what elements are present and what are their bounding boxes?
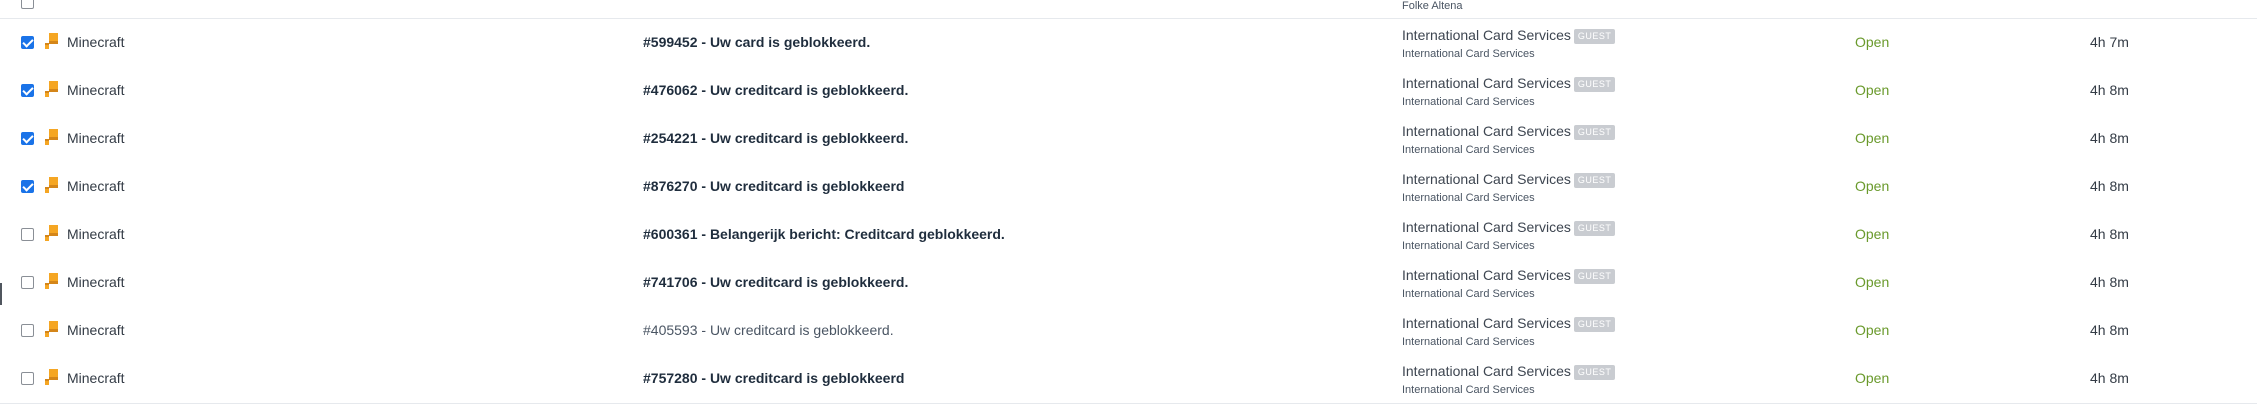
ticket-subject-link[interactable]: #876270 - Uw creditcard is geblokkeerd xyxy=(643,177,904,195)
row-select-checkbox[interactable] xyxy=(21,0,34,9)
requester: International Card Services GUEST Interna… xyxy=(1402,122,1616,158)
table-row[interactable]: Minecraft #741706 - Uw creditcard is geb… xyxy=(0,259,2257,308)
status-label: Open xyxy=(1855,370,1890,386)
requester-org: International Card Services xyxy=(1402,384,1535,396)
table-row[interactable]: Minecraft #757280 - Uw creditcard is geb… xyxy=(0,355,2257,404)
status-label: Open xyxy=(1855,82,1890,98)
minecraft-icon xyxy=(45,321,58,337)
row-select-checkbox[interactable] xyxy=(21,324,34,337)
row-select-checkbox[interactable] xyxy=(21,180,34,193)
status-label: Open xyxy=(1855,322,1890,338)
requester-name: International Card Services xyxy=(1402,75,1571,91)
guest-badge: GUEST xyxy=(1573,125,1616,140)
requester: International Card Services GUEST Interna… xyxy=(1402,74,1616,110)
row-select-checkbox[interactable] xyxy=(21,84,34,97)
status-label: Open xyxy=(1855,178,1890,194)
status-label: Open xyxy=(1855,226,1890,242)
app-name: Minecraft xyxy=(67,82,125,98)
table-row[interactable]: Minecraft #600361 - Belangerijk bericht:… xyxy=(0,211,2257,260)
requester: International Card Services GUEST Interna… xyxy=(1402,170,1616,206)
ticket-subject-link[interactable]: #757280 - Uw creditcard is geblokkeerd xyxy=(643,369,904,387)
app-name: Minecraft xyxy=(67,34,125,50)
row-select-checkbox[interactable] xyxy=(21,372,34,385)
minecraft-icon xyxy=(45,369,58,385)
ticket-age: 4h 8m xyxy=(2090,82,2129,98)
ticket-age: 4h 8m xyxy=(2090,274,2129,290)
requester-name: International Card Services xyxy=(1402,123,1571,139)
ticket-subject-link[interactable]: #254221 - Uw creditcard is geblokkeerd. xyxy=(643,129,908,147)
requester-org: International Card Services xyxy=(1402,96,1535,108)
ticket-subject-link[interactable]: #600361 - Belangerijk bericht: Creditcar… xyxy=(643,225,1005,243)
app-name: Minecraft xyxy=(67,178,125,194)
ticket-subject-link[interactable]: #476062 - Uw creditcard is geblokkeerd. xyxy=(643,81,908,99)
minecraft-icon xyxy=(45,129,58,145)
requester: International Card Services GUEST Interna… xyxy=(1402,26,1616,62)
row-select-checkbox[interactable] xyxy=(21,228,34,241)
table-row[interactable]: Minecraft #876270 - Uw creditcard is geb… xyxy=(0,163,2257,212)
app-name: Minecraft xyxy=(67,370,125,386)
guest-badge: GUEST xyxy=(1573,77,1616,92)
table-row-partial[interactable]: Folke Altena xyxy=(0,0,2257,19)
guest-badge: GUEST xyxy=(1573,365,1616,380)
requester-org: International Card Services xyxy=(1402,48,1535,60)
requester-org: International Card Services xyxy=(1402,240,1535,252)
requester-org: International Card Services xyxy=(1402,336,1535,348)
requester-name: International Card Services xyxy=(1402,315,1571,331)
requester-name: International Card Services xyxy=(1402,171,1571,187)
requester-org: Folke Altena xyxy=(1402,0,1463,12)
ticket-subject-link[interactable]: #405593 - Uw creditcard is geblokkeerd. xyxy=(643,321,894,339)
requester-name: International Card Services xyxy=(1402,267,1571,283)
requester-name: International Card Services xyxy=(1402,363,1571,379)
table-row[interactable]: Minecraft #476062 - Uw creditcard is geb… xyxy=(0,67,2257,116)
requester: International Card Services GUEST Interna… xyxy=(1402,218,1616,254)
guest-badge: GUEST xyxy=(1573,29,1616,44)
table-row[interactable]: Minecraft #599452 - Uw card is geblokkee… xyxy=(0,19,2257,68)
row-select-checkbox[interactable] xyxy=(21,276,34,289)
ticket-table: Folke Altena Minecraft #599452 - Uw card… xyxy=(0,0,2257,404)
minecraft-icon xyxy=(45,81,58,97)
requester: International Card Services GUEST Interna… xyxy=(1402,314,1616,350)
minecraft-icon xyxy=(45,177,58,193)
ticket-age: 4h 8m xyxy=(2090,178,2129,194)
requester-name: International Card Services xyxy=(1402,27,1571,43)
app-name: Minecraft xyxy=(67,274,125,290)
ticket-subject-link[interactable]: #741706 - Uw creditcard is geblokkeerd. xyxy=(643,273,908,291)
guest-badge: GUEST xyxy=(1573,221,1616,236)
ticket-age: 4h 8m xyxy=(2090,322,2129,338)
row-select-checkbox[interactable] xyxy=(21,132,34,145)
guest-badge: GUEST xyxy=(1573,269,1616,284)
minecraft-icon xyxy=(45,225,58,241)
guest-badge: GUEST xyxy=(1573,173,1616,188)
ticket-subject-link[interactable]: #599452 - Uw card is geblokkeerd. xyxy=(643,33,870,51)
row-select-checkbox[interactable] xyxy=(21,36,34,49)
app-name: Minecraft xyxy=(67,130,125,146)
status-label: Open xyxy=(1855,34,1890,50)
requester-org: International Card Services xyxy=(1402,144,1535,156)
ticket-age: 4h 8m xyxy=(2090,370,2129,386)
requester-name: International Card Services xyxy=(1402,219,1571,235)
status-label: Open xyxy=(1855,274,1890,290)
requester-org: International Card Services xyxy=(1402,288,1535,300)
table-row[interactable]: Minecraft #254221 - Uw creditcard is geb… xyxy=(0,115,2257,164)
app-name: Minecraft xyxy=(67,226,125,242)
minecraft-icon xyxy=(45,33,58,49)
requester: International Card Services GUEST Interna… xyxy=(1402,362,1616,398)
table-row[interactable]: Minecraft #405593 - Uw creditcard is geb… xyxy=(0,307,2257,356)
requester-org: International Card Services xyxy=(1402,192,1535,204)
ticket-age: 4h 8m xyxy=(2090,226,2129,242)
resize-handle[interactable] xyxy=(0,283,2,305)
requester: International Card Services GUEST Interna… xyxy=(1402,266,1616,302)
app-name: Minecraft xyxy=(67,322,125,338)
guest-badge: GUEST xyxy=(1573,317,1616,332)
ticket-age: 4h 8m xyxy=(2090,130,2129,146)
minecraft-icon xyxy=(45,273,58,289)
status-label: Open xyxy=(1855,130,1890,146)
ticket-age: 4h 7m xyxy=(2090,34,2129,50)
